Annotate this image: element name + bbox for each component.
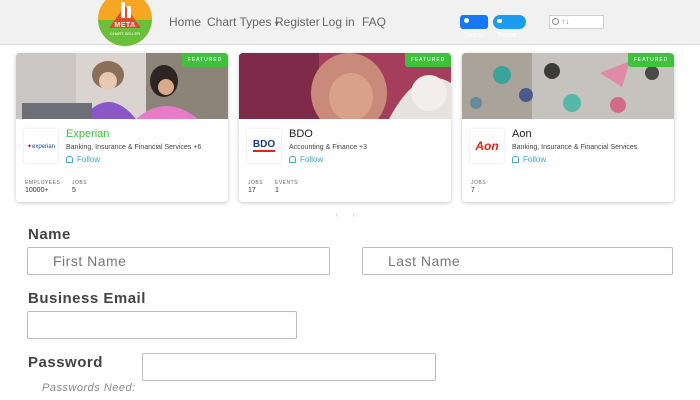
stat-jobs: JOBS 7	[471, 180, 486, 194]
carousel-next-button[interactable]: ›	[352, 212, 354, 219]
password-input[interactable]	[142, 353, 436, 381]
stat-employees: EMPLOYEES 10000+	[25, 180, 60, 194]
company-name[interactable]: Experian	[66, 128, 109, 140]
twitter-icon	[497, 19, 502, 23]
bell-icon	[512, 156, 519, 163]
nav-faq[interactable]: FAQ	[362, 15, 386, 29]
company-logo: ✦experian	[24, 129, 58, 163]
featured-badge: FEATURED	[182, 53, 228, 67]
site-logo[interactable]: META CHART SELLER	[98, 0, 152, 46]
tweet-button[interactable]: Tweet	[493, 15, 526, 39]
top-nav: META CHART SELLER Home Chart Types ▾ Reg…	[0, 0, 700, 46]
bell-icon	[66, 156, 73, 163]
first-name-input[interactable]	[27, 247, 330, 275]
password-requirements-heading: Passwords Need:	[42, 382, 136, 394]
experian-logo-text: experian	[32, 143, 56, 150]
nav-login[interactable]: Log in	[322, 15, 355, 29]
follow-label: Follow	[300, 155, 324, 164]
company-card-experian[interactable]: FEATURED ✦experian Experian Banking, Ins…	[16, 53, 228, 202]
follow-button[interactable]: Follow	[512, 155, 546, 164]
company-card-bdo[interactable]: FEATURED BDO BDO Accounting & Finance +3…	[239, 53, 451, 202]
company-sector: Banking, Insurance & Financial Services …	[66, 144, 202, 151]
stat-value: 17	[248, 187, 256, 194]
stat-value: 7	[471, 187, 475, 194]
stat-value: 5	[72, 187, 76, 194]
business-email-label: Business Email	[28, 290, 146, 307]
logo-text: META	[114, 22, 136, 29]
follow-label: Follow	[523, 155, 547, 164]
tweet-label: Tweet	[497, 32, 516, 39]
carousel-prev-button[interactable]: ‹	[336, 212, 338, 219]
logo-bar	[121, 2, 125, 18]
company-logo: Aon	[470, 129, 504, 163]
nav-register[interactable]: Register	[275, 15, 320, 29]
featured-badge: FEATURED	[628, 53, 674, 67]
stat-jobs: JOBS 17	[248, 180, 263, 194]
nav-chart-types-label: Chart Types	[207, 15, 272, 29]
stat-label: EVENTS	[275, 180, 299, 186]
stat-value: 10000+	[25, 187, 49, 194]
company-name[interactable]: BDO	[289, 128, 313, 140]
vote-arrows-icon[interactable]: ↑↓	[561, 17, 569, 26]
follow-button[interactable]: Follow	[66, 155, 100, 164]
nav-home[interactable]: Home	[169, 15, 201, 29]
facebook-share-button[interactable]: Share	[460, 15, 488, 39]
featured-badge: FEATURED	[405, 53, 451, 67]
stat-events: EVENTS 1	[275, 180, 298, 194]
name-label: Name	[28, 226, 71, 243]
experian-logo-icon: ✦experian	[26, 143, 56, 150]
stat-label: EMPLOYEES	[25, 180, 61, 186]
follow-label: Follow	[77, 155, 101, 164]
facebook-share-label: Share	[464, 32, 483, 39]
stat-jobs: JOBS 5	[72, 180, 87, 194]
stat-label: JOBS	[72, 180, 88, 186]
bdo-logo-text: BDO	[252, 139, 276, 152]
company-sector: Accounting & Finance +3	[289, 144, 368, 151]
follow-button[interactable]: Follow	[289, 155, 323, 164]
stat-label: JOBS	[248, 180, 264, 186]
company-card-aon[interactable]: FEATURED Aon Aon Banking, Insurance & Fi…	[462, 53, 674, 202]
carousel-pager: ‹ ›	[325, 212, 365, 222]
password-label: Password	[28, 354, 103, 371]
nav-chart-types[interactable]: Chart Types ▾	[207, 15, 279, 29]
stat-label: JOBS	[471, 180, 487, 186]
reddit-vote-widget[interactable]: ↑↓	[549, 15, 604, 29]
stat-value: 1	[275, 187, 279, 194]
company-name[interactable]: Aon	[512, 128, 532, 140]
facebook-icon	[464, 18, 469, 23]
reddit-icon	[552, 18, 559, 25]
logo-bar	[127, 6, 131, 18]
company-logo: BDO	[247, 129, 281, 163]
last-name-input[interactable]	[362, 247, 673, 275]
business-email-input[interactable]	[27, 311, 297, 339]
logo-subtext: CHART SELLER	[109, 31, 141, 36]
bell-icon	[289, 156, 296, 163]
aon-logo-text: Aon	[475, 139, 499, 153]
company-sector: Banking, Insurance & Financial Services	[512, 144, 638, 151]
